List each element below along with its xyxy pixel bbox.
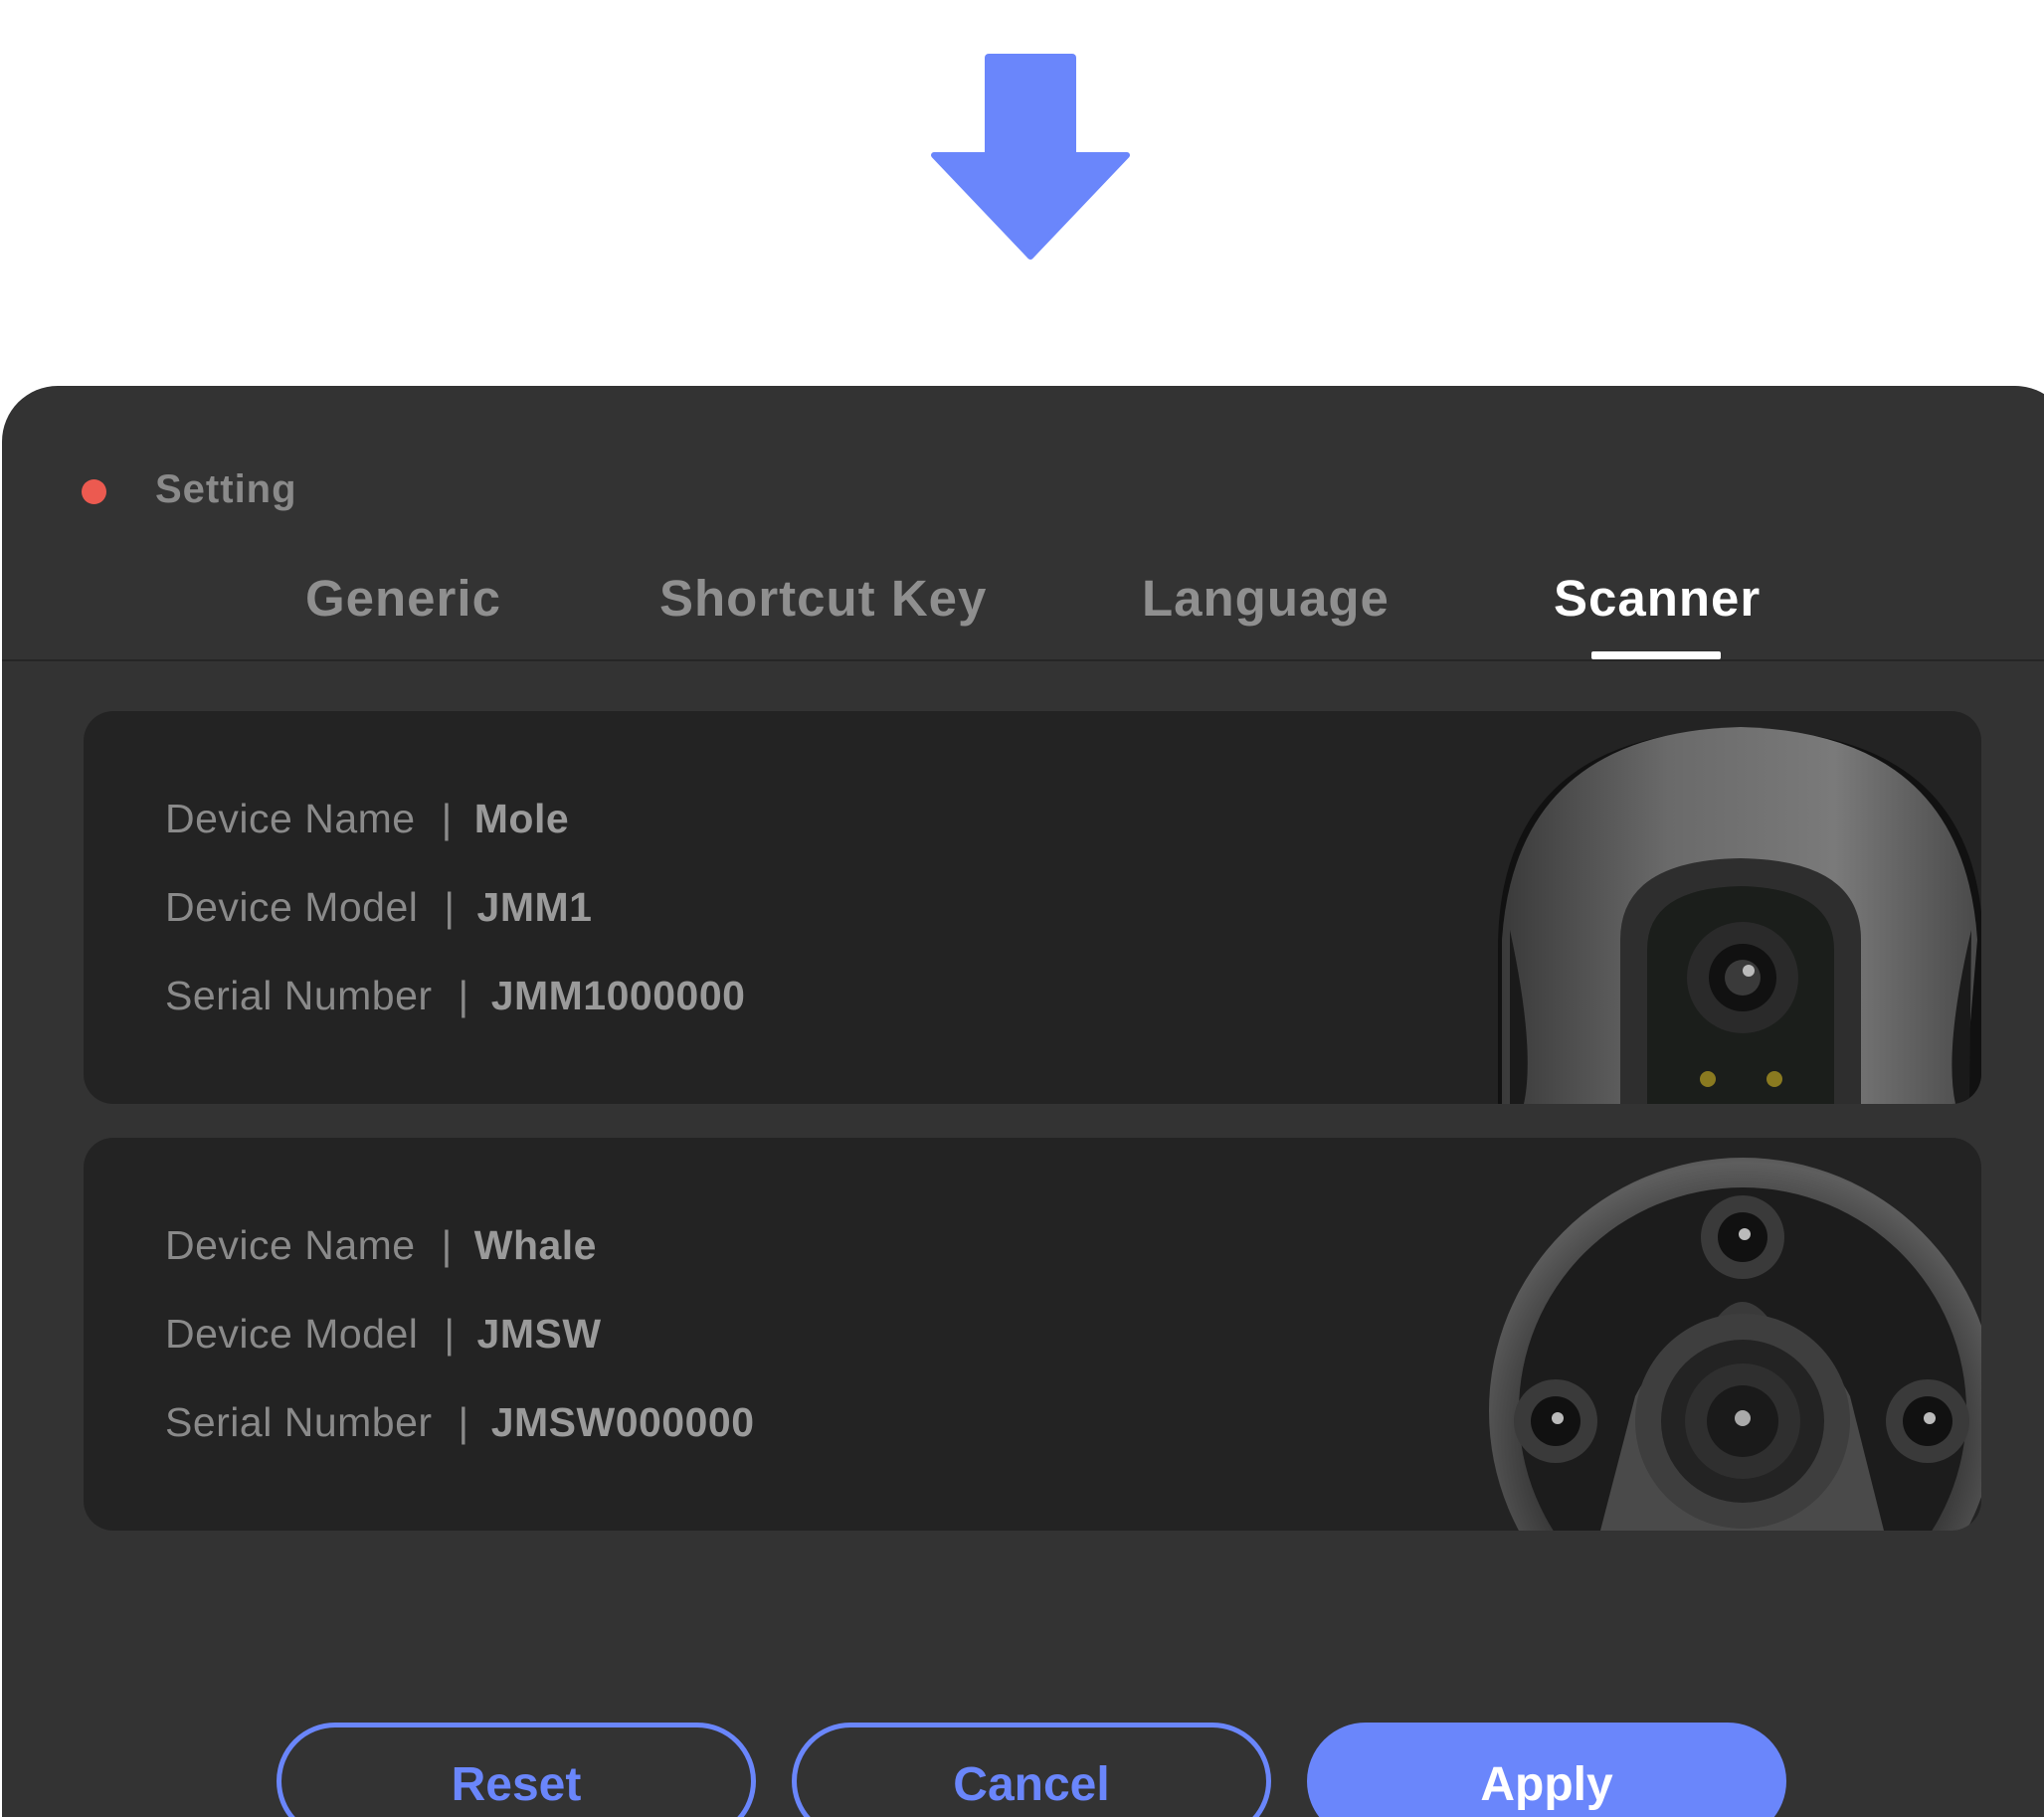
separator: | xyxy=(444,1311,456,1357)
serial-number-row: Serial Number | JMM1000000 xyxy=(165,973,745,1019)
tab-generic[interactable]: Generic xyxy=(305,569,501,628)
device-name-label: Device Name xyxy=(165,1222,416,1268)
mole-scanner-image xyxy=(1498,727,1981,1104)
tab-shortcut-key[interactable]: Shortcut Key xyxy=(659,569,987,628)
serial-number-value: JMM1000000 xyxy=(490,973,746,1018)
apply-button[interactable]: Apply xyxy=(1307,1723,1786,1817)
active-tab-indicator xyxy=(1591,651,1721,659)
serial-number-row: Serial Number | JMSW000000 xyxy=(165,1399,755,1446)
device-name-value: Mole xyxy=(473,796,570,841)
device-model-value: JMM1 xyxy=(476,884,593,930)
reset-button[interactable]: Reset xyxy=(277,1723,756,1817)
device-name-row: Device Name | Whale xyxy=(165,1222,597,1269)
separator: | xyxy=(444,884,456,930)
window-title: Setting xyxy=(155,467,297,511)
separator: | xyxy=(458,973,469,1018)
device-model-label: Device Model xyxy=(165,884,419,930)
close-dot-icon[interactable] xyxy=(82,479,106,504)
device-name-row: Device Name | Mole xyxy=(165,796,569,842)
tabs-divider xyxy=(2,659,2044,661)
device-card-mole[interactable]: Device Name | Mole Device Model | JMM1 Seria… xyxy=(84,711,1981,1104)
device-model-value: JMSW xyxy=(476,1311,602,1357)
down-arrow-icon xyxy=(931,54,1130,260)
cancel-button[interactable]: Cancel xyxy=(792,1723,1271,1817)
tab-language[interactable]: Language xyxy=(1142,569,1390,628)
device-name-label: Device Name xyxy=(165,796,416,841)
serial-number-value: JMSW000000 xyxy=(490,1399,755,1445)
device-model-row: Device Model | JMSW xyxy=(165,1311,602,1358)
device-model-label: Device Model xyxy=(165,1311,419,1357)
screenshot-stage: Setting Generic Shortcut Key Language Sc… xyxy=(0,0,2044,1817)
separator: | xyxy=(441,1222,453,1268)
whale-scanner-image xyxy=(1489,1158,1981,1531)
device-name-value: Whale xyxy=(473,1222,597,1268)
tab-scanner[interactable]: Scanner xyxy=(1554,569,1761,628)
serial-number-label: Serial Number xyxy=(165,973,433,1018)
serial-number-label: Serial Number xyxy=(165,1399,433,1445)
separator: | xyxy=(458,1399,469,1445)
device-card-whale[interactable]: Device Name | Whale Device Model | JMSW Seri… xyxy=(84,1138,1981,1531)
separator: | xyxy=(441,796,453,841)
device-model-row: Device Model | JMM1 xyxy=(165,884,592,931)
settings-tabs: Generic Shortcut Key Language Scanner xyxy=(0,557,2044,660)
